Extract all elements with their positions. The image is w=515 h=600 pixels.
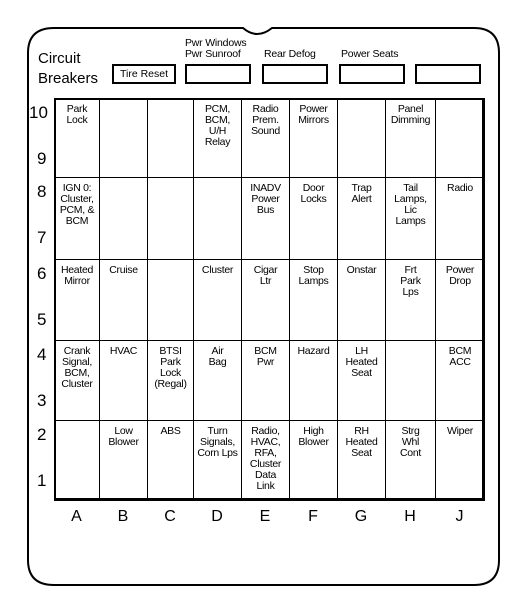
row-label: 10	[29, 103, 48, 122]
title-breakers: Breakers	[38, 70, 99, 87]
fuse-cell-h-4	[385, 340, 436, 421]
fuse-cell-g-2: RH Heated Seat	[337, 420, 386, 501]
fuse-cell-h-8: Tail Lamps, Lic Lamps	[385, 177, 436, 260]
fuse-cell-h-6: Frt Park Lps	[385, 259, 436, 341]
fuse-cell-g-10	[337, 98, 386, 178]
fuse-cell-a-6: Heated Mirror	[54, 259, 100, 341]
row-label: 9	[37, 149, 47, 168]
fuse-cell-c-6	[147, 259, 194, 341]
row-label: 1	[37, 471, 47, 490]
fuse-cell-b-10	[99, 98, 148, 178]
fuse-cell-h-10: Panel Dimming	[385, 98, 436, 178]
fuse-cell-b-8	[99, 177, 148, 260]
fuse-cell-b-4: HVAC	[99, 340, 148, 421]
fuse-cell-d-6: Cluster	[193, 259, 242, 341]
fuse-cell-j-10	[435, 98, 485, 178]
circuit-breaker-slot	[415, 64, 481, 84]
fuse-cell-a-2	[54, 420, 100, 501]
fuse-cell-d-8	[193, 177, 242, 260]
fuse-cell-c-4: BTSI Park Lock (Regal)	[147, 340, 194, 421]
row-label: 3	[37, 391, 47, 410]
fuse-cell-f-10: Power Mirrors	[289, 98, 338, 178]
column-label: D	[211, 508, 223, 525]
row-label: 8	[37, 182, 47, 201]
row-label: 5	[37, 310, 47, 329]
fuse-cell-f-2: High Blower	[289, 420, 338, 501]
fuse-cell-j-6: Power Drop	[435, 259, 485, 341]
fuse-cell-e-10: Radio Prem. Sound	[241, 98, 290, 178]
fuse-cell-g-8: Trap Alert	[337, 177, 386, 260]
fuse-cell-g-6: Onstar	[337, 259, 386, 341]
row-label: 4	[37, 345, 47, 364]
circuit-breaker-label: Pwr Windows Pwr Sunroof	[185, 37, 247, 60]
fuse-cell-d-10: PCM, BCM, U/H Relay	[193, 98, 242, 178]
column-label: H	[404, 508, 416, 525]
row-label: 6	[37, 264, 47, 283]
fuse-cell-c-8	[147, 177, 194, 260]
fuse-cell-a-10: Park Lock	[54, 98, 100, 178]
fuse-cell-f-8: Door Locks	[289, 177, 338, 260]
fuse-grid: Park Lock PCM, BCM, U/H Relay Radio Prem. …	[54, 98, 485, 501]
column-label: E	[259, 508, 271, 525]
fuse-cell-j-2: Wiper	[435, 420, 485, 501]
circuit-breaker-slot	[185, 64, 251, 84]
fuse-cell-a-8: IGN 0: Cluster, PCM, & BCM	[54, 177, 100, 260]
circuit-breaker-slot	[262, 64, 328, 84]
column-label: J	[455, 508, 464, 525]
fuse-cell-f-4: Hazard	[289, 340, 338, 421]
fuse-cell-j-8: Radio	[435, 177, 485, 260]
column-label: G	[354, 508, 368, 525]
circuit-breaker-slot	[339, 64, 405, 84]
title-circuit: Circuit	[38, 50, 81, 67]
circuit-breaker-label: Power Seats	[341, 48, 399, 60]
fuse-cell-e-2: Radio, HVAC, RFA, Cluster Data Link	[241, 420, 290, 501]
column-label: F	[308, 508, 318, 525]
row-label: 7	[37, 228, 47, 247]
fuse-cell-g-4: LH Heated Seat	[337, 340, 386, 421]
circuit-breaker-slot: Tire Reset	[112, 64, 176, 84]
fuse-cell-c-10	[147, 98, 194, 178]
column-label: B	[117, 508, 129, 525]
fuse-cell-h-2: Strg Whl Cont	[385, 420, 436, 501]
fuse-cell-d-2: Turn Signals, Corn Lps	[193, 420, 242, 501]
fuse-cell-b-6: Cruise	[99, 259, 148, 341]
fuse-cell-f-6: Stop Lamps	[289, 259, 338, 341]
fuse-cell-b-2: Low Blower	[99, 420, 148, 501]
column-label: A	[71, 508, 82, 525]
fuse-cell-e-4: BCM Pwr	[241, 340, 290, 421]
fuse-cell-d-4: Air Bag	[193, 340, 242, 421]
fuse-cell-a-4: Crank Signal, BCM, Cluster	[54, 340, 100, 421]
circuit-breaker-label: Rear Defog	[264, 48, 316, 60]
fuse-cell-c-2: ABS	[147, 420, 194, 501]
column-label: C	[164, 508, 176, 525]
fuse-cell-e-6: Cigar Ltr	[241, 259, 290, 341]
fuse-cell-j-4: BCM ACC	[435, 340, 485, 421]
fuse-cell-e-8: INADV Power Bus	[241, 177, 290, 260]
row-label: 2	[37, 425, 47, 444]
